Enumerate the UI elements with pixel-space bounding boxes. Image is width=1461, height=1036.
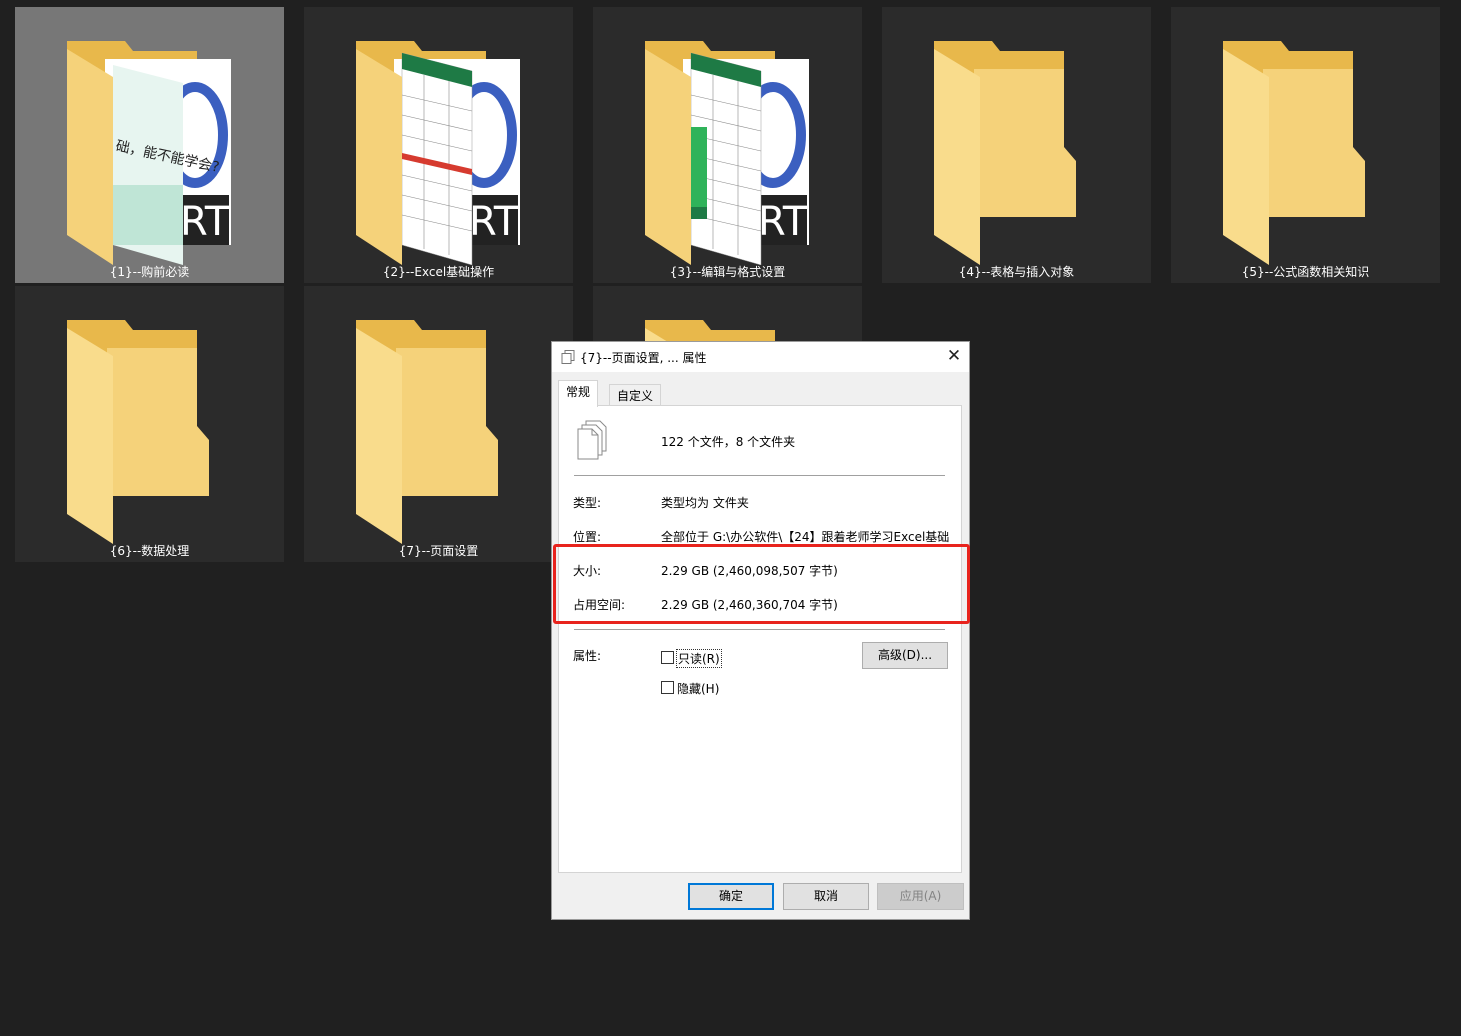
attributes-label: 属性: bbox=[573, 649, 602, 663]
advanced-button[interactable]: 高级(D)... bbox=[862, 642, 948, 669]
folder-tile-2[interactable]: RT {2}--Excel基础操作 bbox=[304, 7, 573, 283]
items-summary: 122 个文件，8 个文件夹 bbox=[661, 435, 796, 449]
tab-general[interactable]: 常规 bbox=[558, 380, 599, 407]
folder-label: {4}--表格与插入对象 bbox=[958, 265, 1075, 279]
folder-label: {3}--编辑与格式设置 bbox=[669, 265, 786, 279]
dialog-title: {7}--页面设置, ... 属性 bbox=[580, 351, 707, 365]
folder-tile-5[interactable]: {5}--公式函数相关知识 bbox=[1171, 7, 1440, 283]
location-value: 全部位于 G:\办公软件\【24】跟着老师学习Excel基础 bbox=[661, 530, 950, 544]
folder-icon bbox=[934, 41, 1076, 265]
type-label: 类型: bbox=[573, 496, 602, 510]
folder-label: {6}--数据处理 bbox=[109, 544, 190, 558]
dialog-titlebar[interactable]: {7}--页面设置, ... 属性 ✕ bbox=[552, 342, 969, 372]
preview-rt-text: RT bbox=[469, 199, 519, 245]
close-button[interactable]: ✕ bbox=[939, 342, 969, 372]
folder-label: {5}--公式函数相关知识 bbox=[1241, 265, 1370, 279]
hidden-checkbox[interactable] bbox=[661, 681, 674, 694]
folder-icon bbox=[1223, 41, 1365, 265]
preview-rt-text: RT bbox=[758, 199, 808, 245]
folder-icon bbox=[67, 320, 209, 544]
general-panel: 122 个文件，8 个文件夹 类型: 类型均为 文件夹 位置: 全部位于 G:\… bbox=[558, 405, 962, 873]
folder-label: {2}--Excel基础操作 bbox=[382, 265, 495, 279]
red-highlight-box bbox=[553, 544, 970, 624]
divider bbox=[574, 629, 945, 630]
folder-preview-icon: RT 础，能不能学会? bbox=[67, 41, 231, 265]
divider bbox=[574, 475, 945, 476]
preview-rt-text: RT bbox=[180, 199, 230, 245]
readonly-label[interactable]: 只读(R) bbox=[676, 649, 722, 668]
folder-icon bbox=[356, 320, 498, 544]
folder-tile-4[interactable]: {4}--表格与插入对象 bbox=[882, 7, 1151, 283]
readonly-checkbox[interactable] bbox=[661, 651, 674, 664]
type-value: 类型均为 文件夹 bbox=[661, 496, 749, 510]
apply-button[interactable]: 应用(A) bbox=[877, 883, 964, 910]
documents-icon bbox=[561, 350, 575, 364]
tab-custom[interactable]: 自定义 bbox=[609, 384, 662, 407]
multiple-files-icon bbox=[577, 420, 607, 460]
folder-tile-7[interactable]: {7}--页面设置 bbox=[304, 286, 573, 562]
location-label: 位置: bbox=[573, 530, 602, 544]
ok-button[interactable]: 确定 bbox=[688, 883, 774, 910]
cancel-button[interactable]: 取消 bbox=[783, 883, 869, 910]
folder-preview-icon: RT bbox=[645, 41, 809, 265]
folder-preview-icon: RT bbox=[356, 41, 520, 265]
folder-tile-6[interactable]: {6}--数据处理 bbox=[15, 286, 284, 562]
folder-tile-3[interactable]: RT {3}--编辑与格式设置 bbox=[593, 7, 862, 283]
folder-label: {7}--页面设置 bbox=[398, 544, 479, 558]
properties-dialog: {7}--页面设置, ... 属性 ✕ 常规 自定义 122 个文件，8 个文件… bbox=[551, 341, 970, 920]
folder-label: {1}--购前必读 bbox=[109, 265, 190, 279]
folder-tile-1[interactable]: RT 础，能不能学会? {1}--购前必读 bbox=[15, 7, 284, 283]
hidden-label[interactable]: 隐藏(H) bbox=[677, 680, 719, 697]
